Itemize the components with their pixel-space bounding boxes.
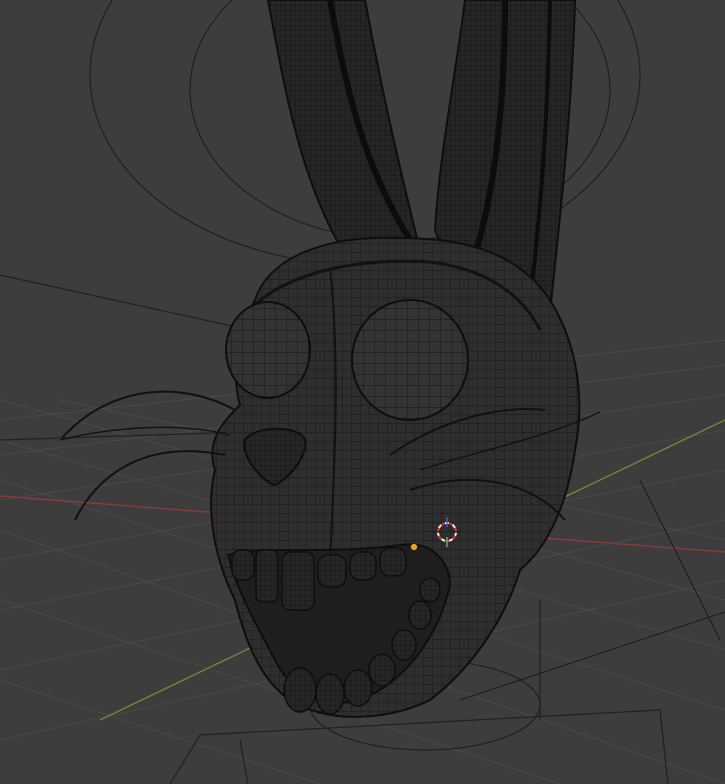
left-eye xyxy=(225,301,311,399)
object-origin-icon[interactable] xyxy=(410,543,418,551)
viewport-canvas[interactable] xyxy=(0,0,725,784)
3d-viewport[interactable] xyxy=(0,0,725,784)
right-eye xyxy=(351,299,469,421)
